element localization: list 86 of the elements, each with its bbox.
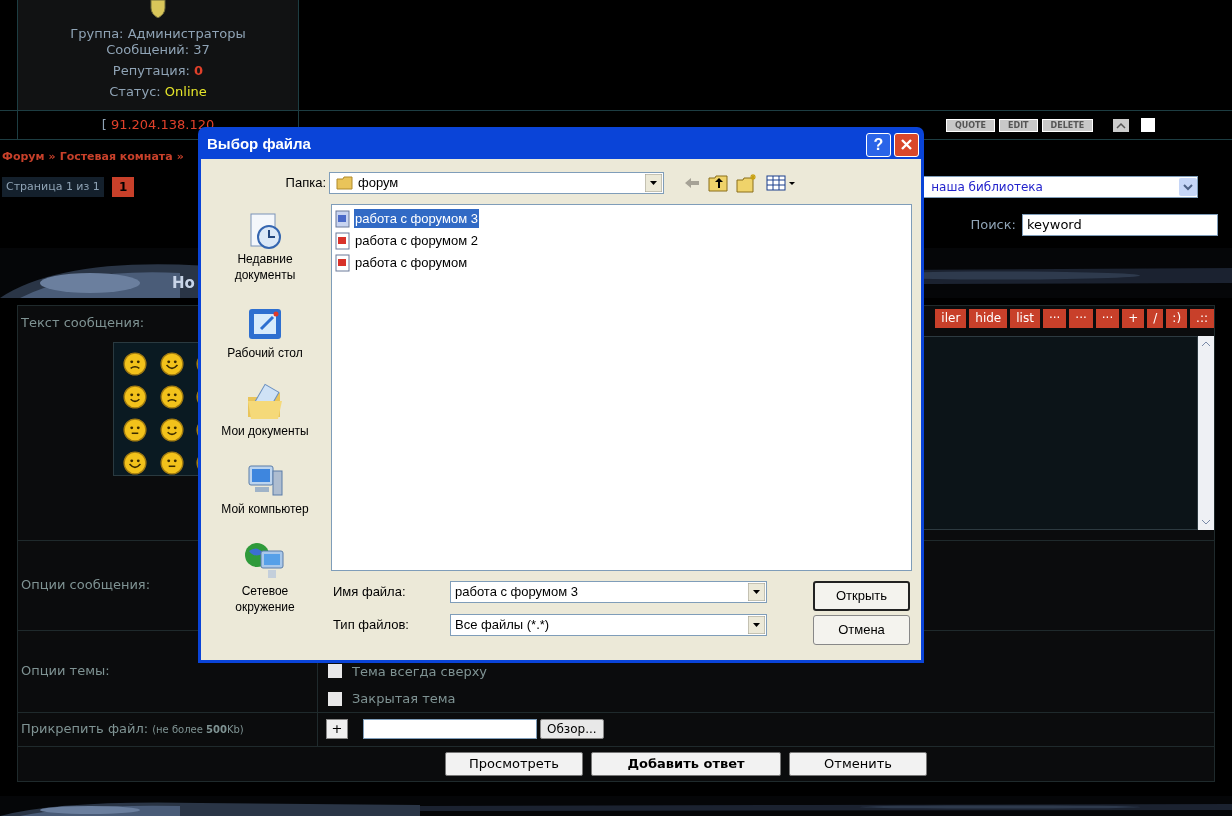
- form-action-button[interactable]: Добавить ответ: [591, 751, 781, 776]
- file-path-field[interactable]: [363, 719, 537, 739]
- user-info-line: Репутация: 0: [112, 63, 204, 79]
- help-button[interactable]: ?: [866, 132, 891, 157]
- scroll-up-icon[interactable]: [1113, 118, 1130, 132]
- breadcrumb-link[interactable]: Гостевая комната: [59, 149, 173, 166]
- format-button[interactable]: +: [1122, 308, 1145, 328]
- smiley-icon[interactable]: [159, 417, 184, 442]
- image-file-icon: [334, 209, 352, 228]
- smiley-icon[interactable]: [159, 384, 184, 409]
- user-info-line: Группа: Администраторы: [70, 26, 246, 42]
- smiley-icon[interactable]: [123, 384, 147, 409]
- checkbox[interactable]: [328, 691, 342, 706]
- smiley-icon[interactable]: [159, 351, 184, 376]
- format-button[interactable]: :): [1166, 308, 1188, 328]
- user-info-line: Сообщений: 37: [106, 42, 210, 58]
- page-link[interactable]: 1: [111, 176, 135, 197]
- checkbox[interactable]: [328, 664, 342, 679]
- format-button[interactable]: ···: [1095, 308, 1120, 328]
- close-button[interactable]: [894, 132, 919, 157]
- checkbox-label: Закрытая тема: [352, 690, 456, 708]
- search-field[interactable]: keyword: [1022, 213, 1218, 236]
- folder-label: Папка:: [284, 173, 326, 192]
- file-name: работа с форумом: [354, 253, 469, 272]
- user-info-line: Статус: Online: [109, 84, 207, 100]
- file-item[interactable]: работа с форумом 3: [334, 209, 911, 228]
- smiley-icon[interactable]: [123, 450, 147, 475]
- add-file-button[interactable]: +: [326, 719, 348, 739]
- smiley-icon[interactable]: [123, 351, 147, 376]
- places-bar-item[interactable]: Рабочий стол: [215, 345, 315, 361]
- field-label: Тип файлов:: [332, 616, 410, 635]
- field-label: Опции сообщения:: [21, 576, 151, 595]
- form-title: Но: [172, 272, 195, 294]
- image-file-icon: [334, 231, 352, 250]
- page-counter: Страница 1 из 1: [2, 176, 104, 197]
- format-button[interactable]: /: [1147, 308, 1164, 328]
- dropdown-arrow-icon[interactable]: [748, 616, 765, 634]
- places-bar-item[interactable]: Сетевое окружение: [215, 583, 315, 615]
- file-type-select[interactable]: Все файлы (*.*): [450, 614, 767, 636]
- folder-icon: [336, 175, 354, 190]
- close-icon: [900, 138, 913, 151]
- open-button[interactable]: Открыть: [813, 581, 910, 611]
- file-name: работа с форумом 2: [354, 231, 479, 250]
- view-menu-icon[interactable]: [766, 173, 796, 192]
- shield-icon: [150, 0, 166, 18]
- smiley-icon[interactable]: [159, 450, 184, 475]
- folder-up-icon[interactable]: [708, 173, 728, 192]
- form-action-button[interactable]: Отменить: [789, 751, 927, 776]
- file-item[interactable]: работа с форумом 2: [334, 231, 911, 250]
- breadcrumb-separator: »: [176, 149, 184, 165]
- field-label: Опции темы:: [21, 662, 110, 681]
- field-label: Прикрепить файл:: [21, 720, 149, 739]
- folder-select[interactable]: форум: [329, 171, 664, 194]
- places-bar-item[interactable]: Мои документы: [215, 423, 315, 439]
- format-button[interactable]: .::: [1190, 308, 1214, 328]
- post-action-button[interactable]: QUOTE: [946, 118, 996, 132]
- file-item[interactable]: работа с форумом: [334, 253, 911, 272]
- size-note: (не более 500Kb): [152, 722, 244, 737]
- search-label: Поиск:: [970, 215, 1016, 234]
- file-name: работа с форумом 3: [354, 208, 479, 229]
- breadcrumb-link[interactable]: Форум: [2, 149, 45, 166]
- format-button[interactable]: ···: [1069, 308, 1093, 328]
- places-bar-item[interactable]: Недавние документы: [215, 251, 315, 283]
- image-file-icon: [334, 253, 352, 272]
- smiley-icon[interactable]: [123, 417, 147, 442]
- select-checkbox[interactable]: [1141, 118, 1156, 132]
- format-button[interactable]: ···: [1042, 308, 1067, 328]
- dialog-title: Выбор файла: [207, 134, 312, 155]
- post-action-button[interactable]: DELETE: [1041, 118, 1094, 132]
- dropdown-arrow-icon[interactable]: [645, 173, 662, 192]
- browse-button[interactable]: Обзор...: [540, 719, 604, 739]
- checkbox-label: Тема всегда сверху: [352, 662, 487, 681]
- file-name-field[interactable]: работа с форумом 3: [450, 581, 767, 603]
- format-button[interactable]: list: [1010, 308, 1040, 328]
- cancel-button[interactable]: Отмена: [813, 615, 910, 645]
- dropdown-arrow-icon[interactable]: [748, 583, 765, 601]
- format-button[interactable]: hide: [969, 308, 1008, 328]
- form-action-button[interactable]: Просмотреть: [445, 751, 583, 776]
- field-label: Текст сообщения:: [21, 314, 145, 330]
- field-label: Имя файла:: [332, 583, 407, 602]
- format-button[interactable]: iler: [935, 308, 967, 328]
- places-bar-item[interactable]: Мой компьютер: [215, 501, 315, 517]
- breadcrumb-separator: »: [48, 149, 56, 165]
- ip-address: [ 91.204.138.120: [101, 116, 215, 135]
- scrollbar[interactable]: [1198, 335, 1214, 530]
- post-action-button[interactable]: EDIT: [999, 118, 1038, 132]
